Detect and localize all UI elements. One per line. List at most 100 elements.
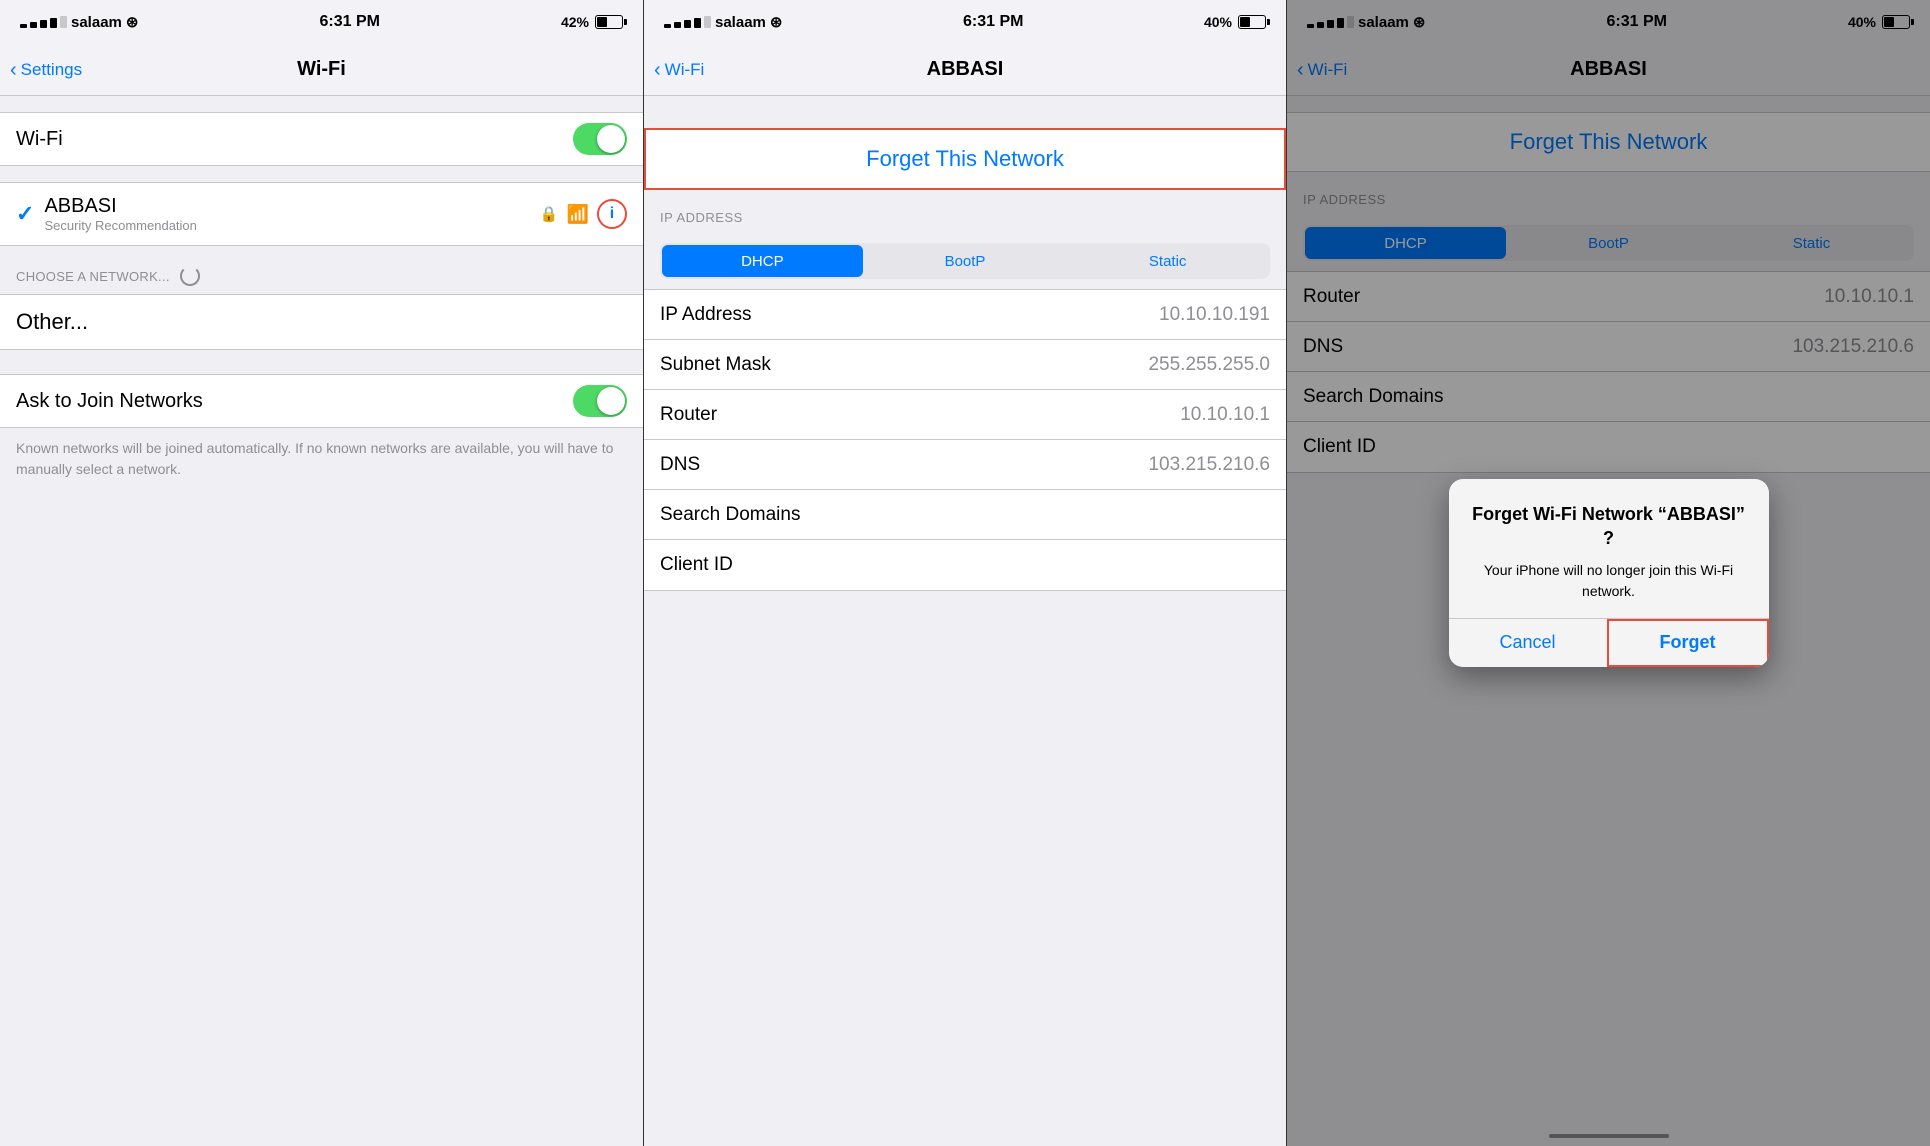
forget-dialog: Forget Wi-Fi Network “ABBASI” ? Your iPh…: [1449, 479, 1769, 667]
info-icon: i: [610, 205, 614, 223]
ip-address-header: IP ADDRESS: [644, 190, 1286, 233]
wifi-toggle-row[interactable]: Wi-Fi: [0, 113, 643, 165]
ask-toggle-thumb: [597, 387, 625, 415]
time-1: 6:31 PM: [319, 13, 379, 31]
status-bar-2: salaam ⊛ 6:31 PM 40%: [644, 0, 1286, 44]
bootp-segment[interactable]: BootP: [865, 245, 1066, 277]
ask-to-join-section: Ask to Join Networks Known networks will…: [0, 374, 643, 496]
ask-label: Ask to Join Networks: [16, 390, 203, 413]
dialog-content: Forget Wi-Fi Network “ABBASI” ? Your iPh…: [1449, 479, 1769, 618]
subnet-mask-label: Subnet Mask: [660, 354, 771, 376]
back-chevron-icon-1: ‹: [10, 60, 17, 80]
abbasi-name: ABBASI: [44, 195, 196, 218]
nav-bar-1: ‹ Settings Wi-Fi: [0, 44, 643, 96]
status-bar-1: salaam ⊛ 6:31 PM 42%: [0, 0, 643, 44]
checkmark-icon: ✓: [16, 201, 34, 227]
subnet-mask-value: 255.255.255.0: [1148, 354, 1270, 376]
other-network-row[interactable]: Other...: [0, 294, 643, 350]
wifi-status-icon-2: ⊛: [770, 13, 783, 31]
lock-icon: 🔒: [540, 205, 559, 223]
dialog-overlay: Forget Wi-Fi Network “ABBASI” ? Your iPh…: [1287, 0, 1930, 1146]
dialog-message: Your iPhone will no longer join this Wi-…: [1469, 560, 1749, 602]
forget-network-section: Forget This Network: [644, 128, 1286, 190]
wifi-label: Wi-Fi: [16, 128, 63, 151]
page-title-2: ABBASI: [927, 58, 1004, 81]
nav-bar-2: ‹ Wi-Fi ABBASI: [644, 44, 1286, 96]
wifi-toggle-section: Wi-Fi: [0, 112, 643, 166]
choose-network-label: CHOOSE A NETWORK...: [16, 269, 170, 284]
panel-network-detail: salaam ⊛ 6:31 PM 40% ‹ Wi-Fi ABBASI Forg…: [643, 0, 1286, 1146]
client-id-row: Client ID: [644, 540, 1286, 590]
settings-back-button[interactable]: ‹ Settings: [10, 60, 82, 80]
abbasi-row-left: ✓ ABBASI Security Recommendation: [16, 195, 197, 233]
info-button[interactable]: i: [597, 199, 627, 229]
cancel-button[interactable]: Cancel: [1449, 619, 1607, 667]
ip-address-value: 10.10.10.191: [1159, 304, 1270, 326]
dhcp-label: DHCP: [741, 253, 784, 270]
wifi-back-button-2[interactable]: ‹ Wi-Fi: [654, 60, 704, 80]
dialog-buttons: Cancel Forget: [1449, 618, 1769, 667]
search-domains-label: Search Domains: [660, 504, 800, 526]
time-2: 6:31 PM: [963, 13, 1023, 31]
ip-fields: IP Address 10.10.10.191 Subnet Mask 255.…: [644, 289, 1286, 591]
network-section: ✓ ABBASI Security Recommendation 🔒 📶 i: [0, 182, 643, 246]
search-domains-row: Search Domains: [644, 490, 1286, 540]
abbasi-icons: 🔒 📶 i: [540, 199, 627, 229]
ask-description: Known networks will be joined automatica…: [0, 428, 643, 496]
static-label: Static: [1149, 253, 1187, 270]
router-value: 10.10.10.1: [1180, 404, 1270, 426]
segmented-control: DHCP BootP Static: [660, 243, 1270, 279]
ask-toggle-section: Ask to Join Networks: [0, 374, 643, 428]
network-detail-content: Forget This Network IP ADDRESS DHCP Boot…: [644, 96, 1286, 1146]
status-bar-left-2: salaam ⊛: [664, 13, 782, 31]
router-row: Router 10.10.10.1: [644, 390, 1286, 440]
carrier-2: salaam: [715, 14, 766, 31]
dialog-title: Forget Wi-Fi Network “ABBASI” ?: [1469, 503, 1749, 550]
dns-label: DNS: [660, 454, 700, 476]
ask-toggle-row[interactable]: Ask to Join Networks: [0, 375, 643, 427]
battery-fill-1: [597, 17, 607, 27]
battery-fill-2: [1240, 17, 1250, 27]
loading-spinner: [180, 266, 200, 286]
dns-row: DNS 103.215.210.6: [644, 440, 1286, 490]
dhcp-segment[interactable]: DHCP: [662, 245, 863, 277]
battery-icon-2: [1238, 15, 1266, 29]
battery-pct-2: 40%: [1204, 14, 1232, 30]
ask-toggle[interactable]: [573, 385, 627, 417]
ip-address-label: IP Address: [660, 304, 752, 326]
wifi-signal-icon: 📶: [567, 204, 589, 225]
subnet-mask-row: Subnet Mask 255.255.255.0: [644, 340, 1286, 390]
choose-network-header: CHOOSE A NETWORK...: [0, 246, 643, 294]
abbasi-sublabel: Security Recommendation: [44, 218, 196, 233]
abbasi-content: ABBASI Security Recommendation: [44, 195, 196, 233]
signal-dots-2: [664, 16, 711, 28]
back-label-2: Wi-Fi: [665, 60, 705, 80]
panel-forget-dialog: salaam ⊛ 6:31 PM 40% ‹ Wi-Fi ABBASI Forg…: [1286, 0, 1930, 1146]
page-title-1: Wi-Fi: [297, 58, 346, 81]
battery-pct-1: 42%: [561, 14, 589, 30]
wifi-toggle[interactable]: [573, 123, 627, 155]
panel-wifi-settings: salaam ⊛ 6:31 PM 42% ‹ Settings Wi-Fi Wi…: [0, 0, 643, 1146]
forget-confirm-button[interactable]: Forget: [1607, 619, 1769, 667]
bootp-label: BootP: [945, 253, 986, 270]
other-label: Other...: [16, 309, 88, 334]
status-bar-left-1: salaam ⊛: [20, 13, 138, 31]
back-chevron-icon-2: ‹: [654, 60, 661, 80]
forget-network-button[interactable]: Forget This Network: [646, 130, 1284, 188]
router-label: Router: [660, 404, 717, 426]
static-segment[interactable]: Static: [1067, 245, 1268, 277]
abbasi-network-row[interactable]: ✓ ABBASI Security Recommendation 🔒 📶 i: [0, 183, 643, 245]
status-bar-right-2: 40%: [1204, 14, 1266, 30]
ip-address-row: IP Address 10.10.10.191: [644, 290, 1286, 340]
signal-dots-1: [20, 16, 67, 28]
wifi-settings-content: Wi-Fi ✓ ABBASI Security Recommendation: [0, 96, 643, 1146]
status-bar-right-1: 42%: [561, 14, 623, 30]
dns-value: 103.215.210.6: [1148, 454, 1270, 476]
forget-btn-label: Forget This Network: [866, 146, 1064, 172]
ip-mode-selector: DHCP BootP Static: [644, 233, 1286, 289]
back-label-1: Settings: [21, 60, 82, 80]
client-id-label: Client ID: [660, 554, 733, 576]
battery-icon-1: [595, 15, 623, 29]
wifi-status-icon-1: ⊛: [126, 13, 139, 31]
carrier-1: salaam: [71, 14, 122, 31]
